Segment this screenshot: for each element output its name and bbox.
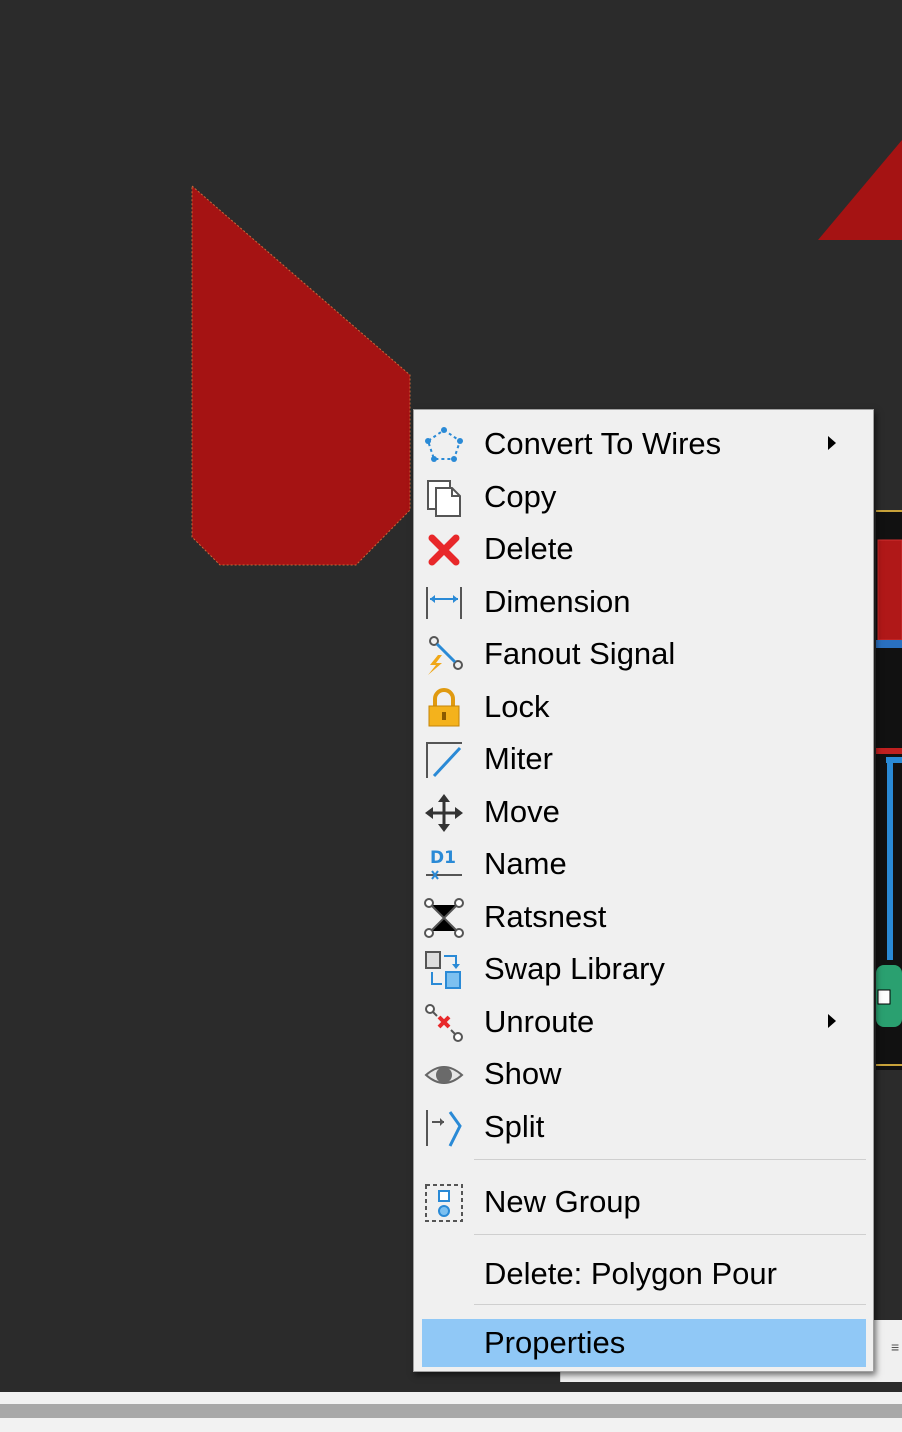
menu-item-dimension[interactable]: Dimension: [414, 576, 873, 628]
menu-item-properties[interactable]: Properties: [422, 1319, 866, 1367]
menu-item-label: Properties: [484, 1325, 626, 1360]
menu-item-lock[interactable]: Lock: [414, 681, 873, 733]
new-group-icon: [424, 1183, 464, 1223]
svg-text:D1: D1: [430, 848, 456, 868]
menu-item-label: Unroute: [484, 1004, 595, 1039]
menu-item-label: New Group: [484, 1184, 641, 1219]
submenu-arrow-icon: [828, 436, 836, 450]
board-component-partial: [876, 510, 902, 1070]
menu-item-label: Name: [484, 846, 567, 881]
menu-separator: [474, 1234, 866, 1235]
submenu-arrow-icon: [828, 1014, 836, 1028]
polygon-pour-other[interactable]: [818, 140, 902, 240]
menu-item-label: Lock: [484, 689, 550, 724]
eye-icon: [424, 1055, 464, 1095]
menu-item-label: Show: [484, 1056, 562, 1091]
menu-item-label: Dimension: [484, 584, 631, 619]
menu-item-unroute[interactable]: Unroute: [414, 996, 873, 1048]
menu-item-name[interactable]: D1 Name: [414, 838, 873, 890]
menu-item-label: Delete: [484, 531, 574, 566]
menu-item-convert-to-wires[interactable]: Convert To Wires: [414, 418, 873, 470]
menu-item-delete-polygon-pour[interactable]: Delete: Polygon Pour: [414, 1248, 873, 1300]
move-icon: [424, 793, 464, 833]
menu-item-swap-library[interactable]: Swap Library: [414, 943, 873, 995]
menu-item-label: Ratsnest: [484, 899, 607, 934]
menu-item-new-group[interactable]: New Group: [414, 1176, 873, 1228]
menu-item-delete[interactable]: Delete: [414, 523, 873, 575]
menu-separator: [474, 1159, 866, 1160]
split-icon: [424, 1108, 464, 1148]
context-menu: Convert To Wires Copy Delete Dimension F…: [413, 409, 874, 1372]
menu-item-label: Miter: [484, 741, 553, 776]
menu-item-split[interactable]: Split: [414, 1101, 873, 1153]
swap-library-icon: [424, 950, 464, 990]
menu-item-show[interactable]: Show: [414, 1048, 873, 1100]
grip-icon[interactable]: ≡: [891, 1340, 901, 1362]
menu-item-fanout-signal[interactable]: Fanout Signal: [414, 628, 873, 680]
menu-item-miter[interactable]: Miter: [414, 733, 873, 785]
menu-item-label: Move: [484, 794, 560, 829]
menu-separator: [474, 1304, 866, 1305]
menu-item-label: Convert To Wires: [484, 426, 722, 461]
menu-item-label: Copy: [484, 479, 557, 514]
menu-item-ratsnest[interactable]: Ratsnest: [414, 891, 873, 943]
convert-to-wires-icon: [424, 425, 464, 465]
ratsnest-icon: [424, 898, 464, 938]
menu-item-label: Fanout Signal: [484, 636, 676, 671]
polygon-pour-selected[interactable]: [191, 184, 411, 566]
miter-icon: [424, 740, 464, 780]
menu-item-label: Swap Library: [484, 951, 665, 986]
dimension-icon: [424, 583, 464, 623]
scrollbar-track[interactable]: [0, 1404, 902, 1418]
menu-item-label: Split: [484, 1109, 545, 1144]
fanout-signal-icon: [424, 635, 464, 675]
lock-icon: [424, 688, 464, 728]
horizontal-scrollbar[interactable]: [0, 1392, 902, 1432]
menu-item-move[interactable]: Move: [414, 786, 873, 838]
menu-item-copy[interactable]: Copy: [414, 471, 873, 523]
delete-x-icon: [424, 530, 464, 570]
copy-icon: [424, 478, 464, 518]
name-icon: D1: [424, 845, 464, 885]
menu-item-label: Delete: Polygon Pour: [484, 1256, 777, 1291]
unroute-icon: [424, 1003, 464, 1043]
